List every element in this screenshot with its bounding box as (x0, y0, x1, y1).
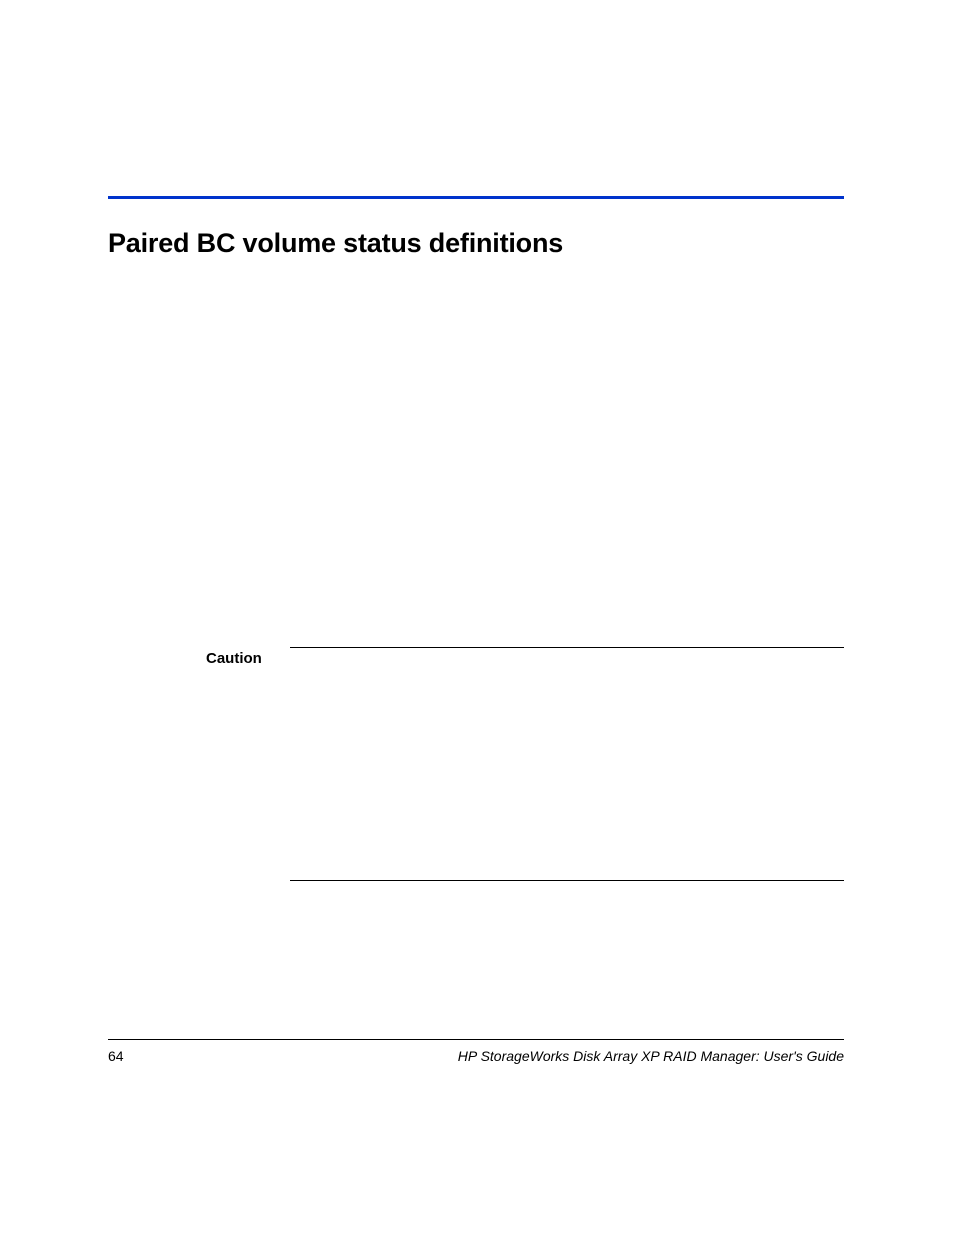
document-page: Paired BC volume status definitions Caut… (0, 0, 954, 1235)
footer-document-title: HP StorageWorks Disk Array XP RAID Manag… (458, 1048, 844, 1064)
page-number: 64 (108, 1048, 124, 1064)
caution-top-rule (290, 647, 844, 648)
footer-rule (108, 1039, 844, 1040)
caution-label: Caution (206, 650, 262, 667)
section-heading: Paired BC volume status definitions (108, 228, 563, 259)
caution-bottom-rule (290, 880, 844, 881)
section-top-rule (108, 196, 844, 199)
